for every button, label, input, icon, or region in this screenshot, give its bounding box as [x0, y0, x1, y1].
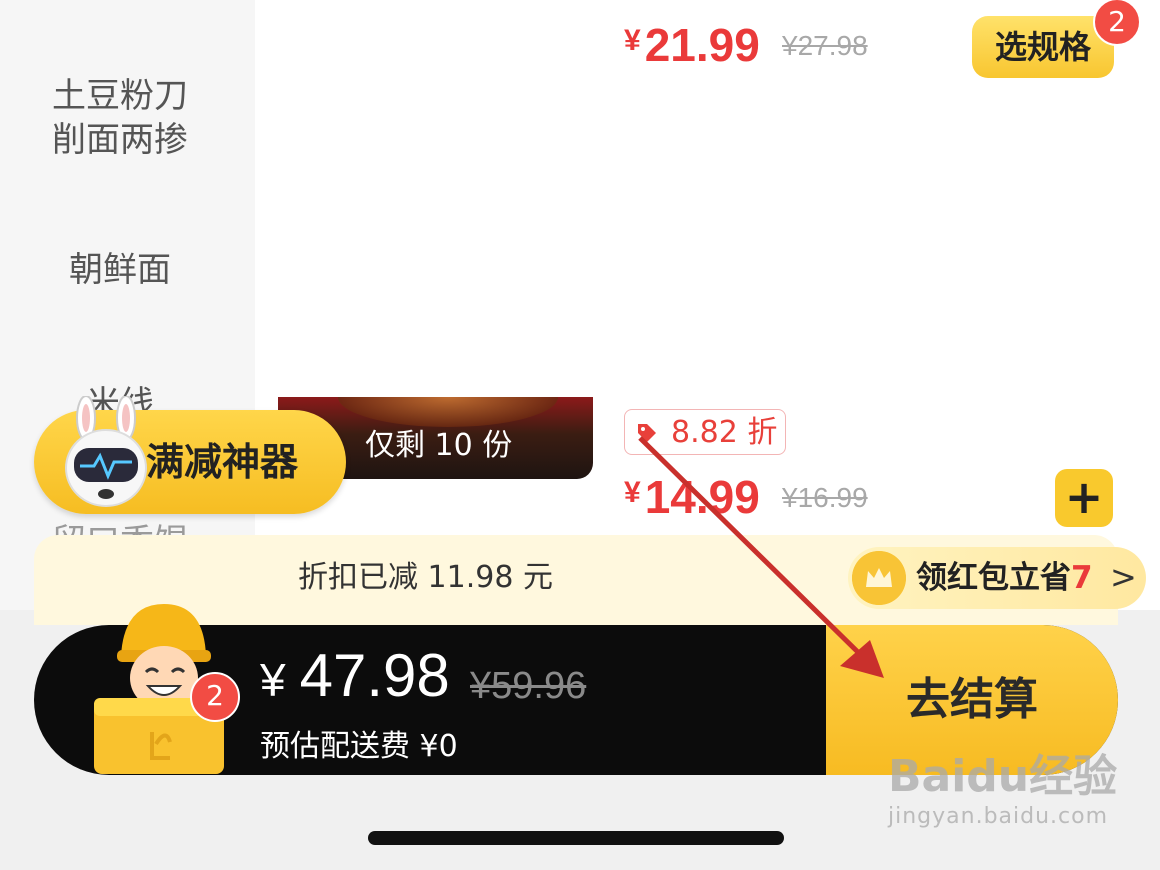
- red-packet-amount: 7: [1071, 560, 1093, 596]
- original-price: ¥27.98: [782, 30, 868, 61]
- crown-icon: [852, 551, 906, 605]
- red-packet-label: 领红包立省: [916, 560, 1071, 596]
- discount-label: 8.82 折: [671, 415, 778, 450]
- add-to-cart-button[interactable]: +: [1055, 469, 1113, 527]
- saved-amount-text: 折扣已减 11.98 元: [298, 560, 553, 595]
- sidebar-item-label: 土豆粉刀: [52, 76, 188, 116]
- cart-original-total: ¥59.96: [470, 665, 587, 707]
- price-amount: 14.99: [644, 471, 760, 523]
- robot-mascot-icon: [65, 396, 147, 507]
- product-price: ¥21.99: [624, 18, 760, 72]
- currency-symbol: ¥: [260, 654, 286, 706]
- discount-helper-button[interactable]: 满减神器: [34, 396, 346, 514]
- sidebar-item-chaoxianmian[interactable]: 朝鲜面: [0, 248, 240, 292]
- currency-symbol: ¥: [624, 476, 641, 509]
- red-packet-button[interactable]: 领红包立省7 >: [848, 547, 1146, 609]
- in-cart-count-badge: 2: [1093, 0, 1141, 46]
- stock-remaining-label: 仅剩 10 份: [365, 428, 513, 463]
- currency-symbol: ¥: [624, 24, 641, 57]
- watermark-sub: jingyan.baidu.com: [888, 804, 1109, 829]
- home-indicator[interactable]: [368, 831, 784, 845]
- cart-total: ¥47.98: [260, 641, 450, 710]
- promo-label: 满减神器: [146, 440, 299, 484]
- original-price: ¥16.99: [782, 482, 868, 513]
- watermark-main: Baidu经验: [888, 751, 1118, 802]
- delivery-fee-text: 预估配送费 ¥0: [260, 729, 458, 764]
- sidebar-item-tudoufen[interactable]: 土豆粉刀 削面两掺: [0, 74, 240, 162]
- baidu-watermark: Baidu经验 jingyan.baidu.com: [888, 740, 1117, 829]
- chevron-right-icon: >: [1110, 558, 1137, 596]
- sidebar-item-label: 朝鲜面: [69, 250, 171, 290]
- price-amount: 21.99: [644, 19, 760, 71]
- discount-badge: 8.82 折: [624, 409, 786, 455]
- category-sidebar: 土豆粉刀 削面两掺 朝鲜面 米线 留口香馄 饨: [0, 0, 255, 610]
- product-price: ¥14.99: [624, 470, 760, 524]
- cart-count-badge: 2: [190, 672, 240, 722]
- sidebar-item-label: 削面两掺: [52, 120, 188, 160]
- price-tag-icon: [638, 424, 656, 442]
- cart-total-amount: 47.98: [299, 642, 450, 709]
